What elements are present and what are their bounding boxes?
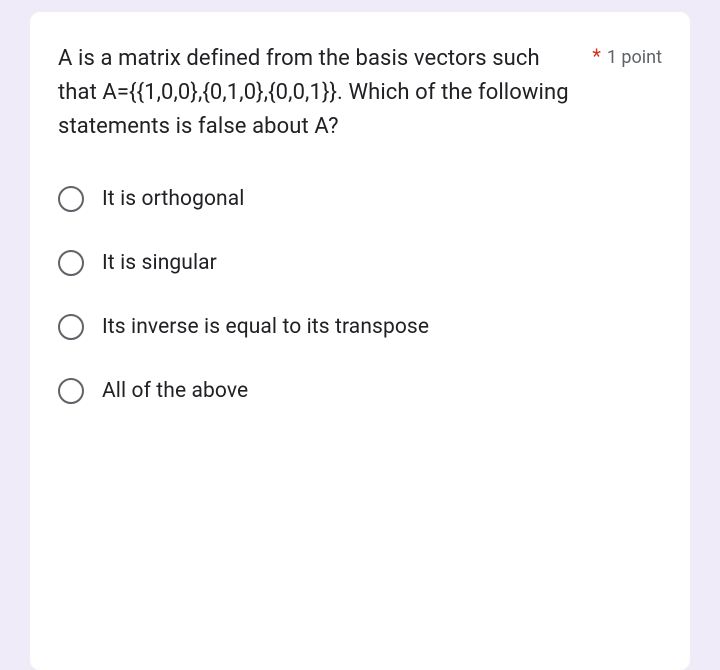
option-label: All of the above [102, 379, 248, 403]
question-header: A is a matrix defined from the basis vec… [58, 42, 662, 144]
options-group: It is orthogonal It is singular Its inve… [58, 186, 662, 404]
radio-icon [58, 314, 84, 340]
option-inverse-transpose[interactable]: Its inverse is equal to its transpose [58, 314, 662, 340]
points-text: 1 point [607, 47, 662, 68]
points-indicator: * 1 point [592, 42, 662, 68]
question-card: A is a matrix defined from the basis vec… [30, 12, 690, 670]
radio-icon [58, 250, 84, 276]
option-orthogonal[interactable]: It is orthogonal [58, 186, 662, 212]
option-all-above[interactable]: All of the above [58, 378, 662, 404]
question-text: A is a matrix defined from the basis vec… [58, 42, 572, 144]
radio-icon [58, 378, 84, 404]
option-singular[interactable]: It is singular [58, 250, 662, 276]
option-label: Its inverse is equal to its transpose [102, 315, 429, 339]
option-label: It is orthogonal [102, 187, 244, 211]
option-label: It is singular [102, 251, 217, 275]
radio-icon [58, 186, 84, 212]
required-star-icon: * [592, 44, 601, 68]
